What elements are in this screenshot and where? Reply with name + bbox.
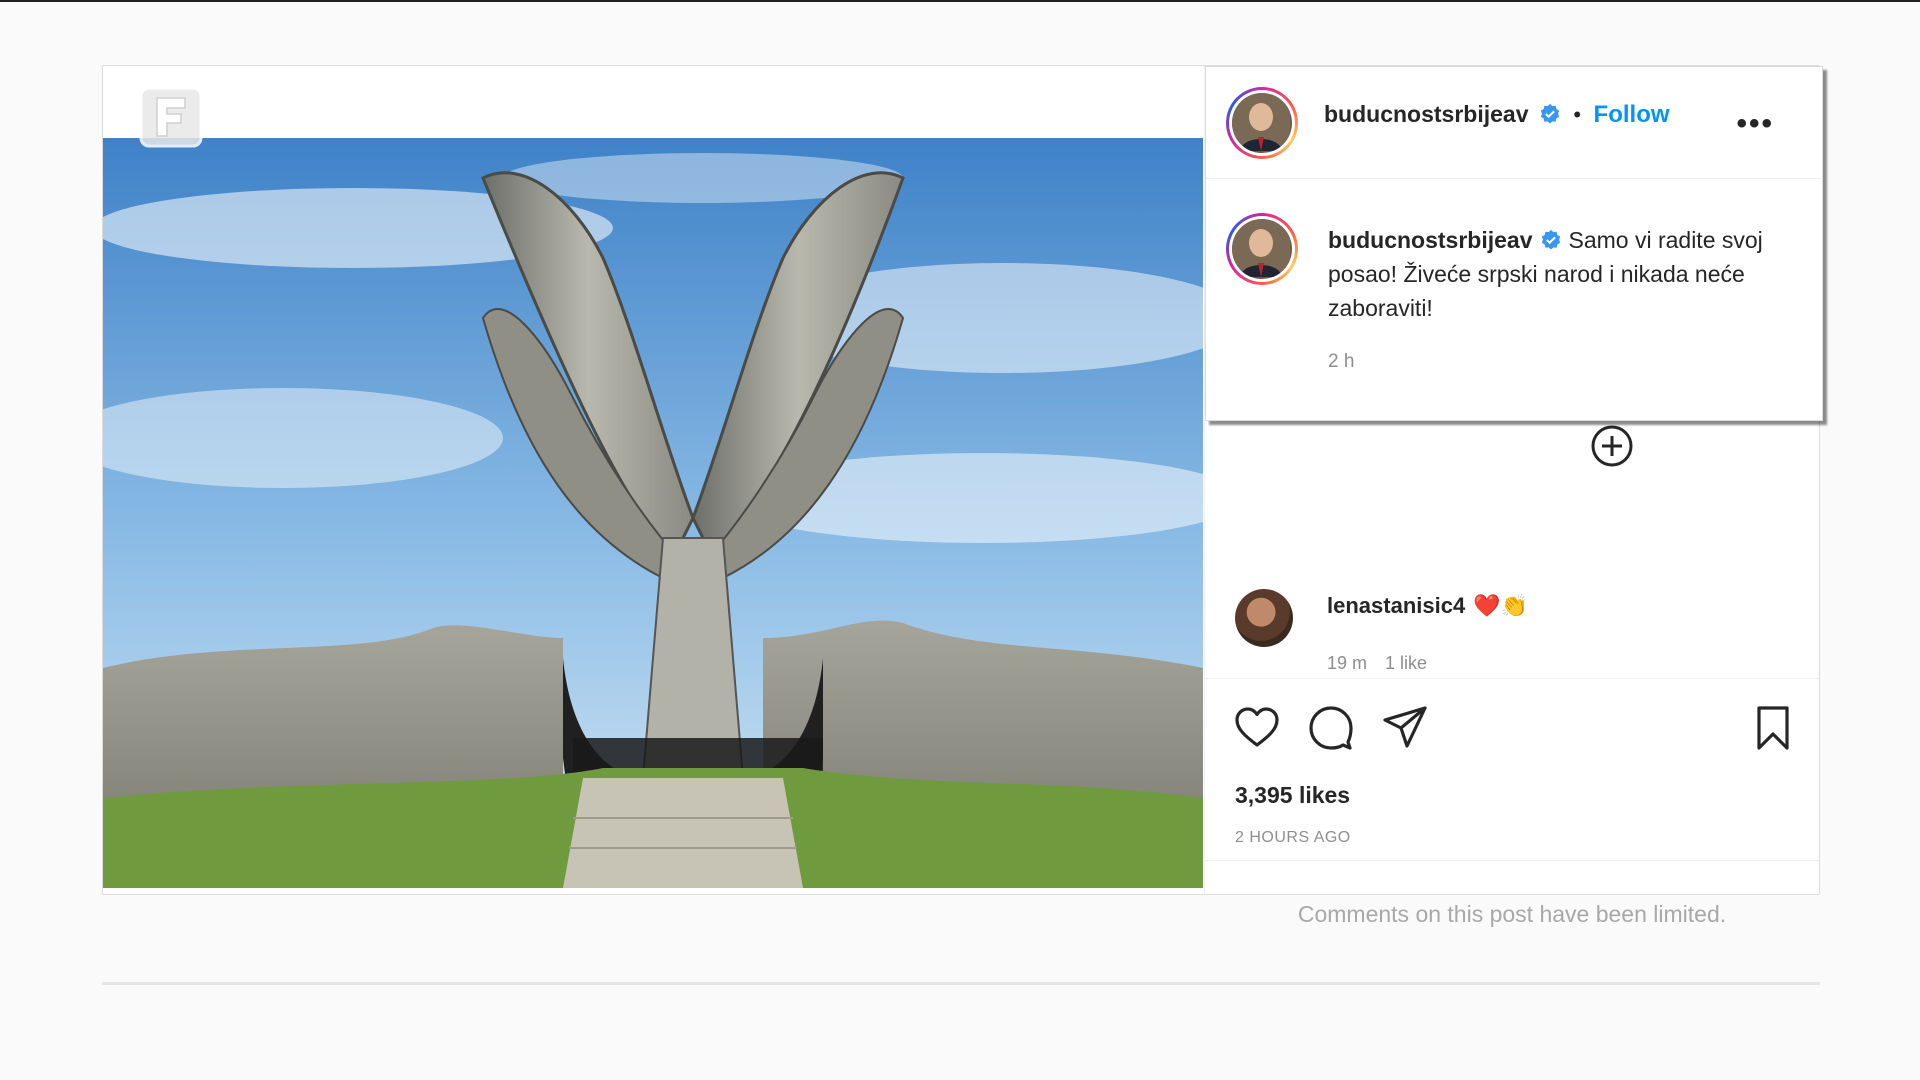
caption-username[interactable]: buducnostsrbijeav: [1328, 227, 1532, 253]
caption-verified-icon: [1542, 229, 1561, 250]
author-face-icon: [1232, 93, 1290, 151]
verified-badge-icon: [1540, 103, 1560, 124]
instagram-post: buducnostsrbijeav • Follow ••• buducnost…: [102, 65, 1823, 927]
channel-logo-icon: [139, 86, 203, 148]
comment-time: 19 m: [1327, 653, 1368, 671]
likes-count[interactable]: 3,395 likes: [1235, 782, 1350, 809]
bookmark-icon[interactable]: [1749, 704, 1797, 752]
caption-avatar[interactable]: [1226, 213, 1298, 285]
post-header: buducnostsrbijeav • Follow •••: [1206, 67, 1822, 179]
post-caption: buducnostsrbijeav Samo vi radite svoj po…: [1328, 223, 1798, 325]
header-separator: •: [1573, 102, 1582, 127]
post-sidebar: buducnostsrbijeav • Follow ••• buducnost…: [1205, 66, 1823, 927]
commenter-avatar[interactable]: [1235, 589, 1293, 647]
author-avatar[interactable]: [1226, 87, 1298, 159]
caption-face-icon: [1232, 219, 1290, 277]
heart-icon[interactable]: [1233, 704, 1281, 752]
divider: [102, 982, 1820, 985]
comment-likes[interactable]: 1 like: [1385, 653, 1427, 671]
commenter-username[interactable]: lenastanisic4: [1327, 593, 1465, 618]
more-options-icon[interactable]: •••: [1736, 107, 1774, 141]
author-username[interactable]: buducnostsrbijeav: [1324, 101, 1528, 127]
post-header-popup: buducnostsrbijeav • Follow ••• buducnost…: [1205, 66, 1823, 421]
action-bar: [1205, 678, 1819, 758]
share-icon[interactable]: [1381, 704, 1429, 752]
comments-limited-section: Comments on this post have been limited.: [1205, 860, 1819, 927]
comment-emojis: ❤️👏: [1473, 593, 1528, 618]
caption-time: 2 h: [1328, 351, 1355, 372]
follow-button[interactable]: Follow: [1594, 101, 1670, 128]
comments-limited-text: Comments on this post have been limited.: [1297, 901, 1727, 927]
post-timestamp: 2 HOURS AGO: [1235, 829, 1351, 846]
top-border: [0, 0, 1920, 2]
add-comment-plus-icon[interactable]: [1590, 424, 1634, 468]
comment-icon[interactable]: [1307, 704, 1355, 752]
monument-photo: [103, 138, 1203, 888]
post-photo[interactable]: [103, 138, 1203, 888]
comment-meta: 19 m 1 like: [1327, 653, 1445, 671]
post-media: [103, 66, 1205, 894]
